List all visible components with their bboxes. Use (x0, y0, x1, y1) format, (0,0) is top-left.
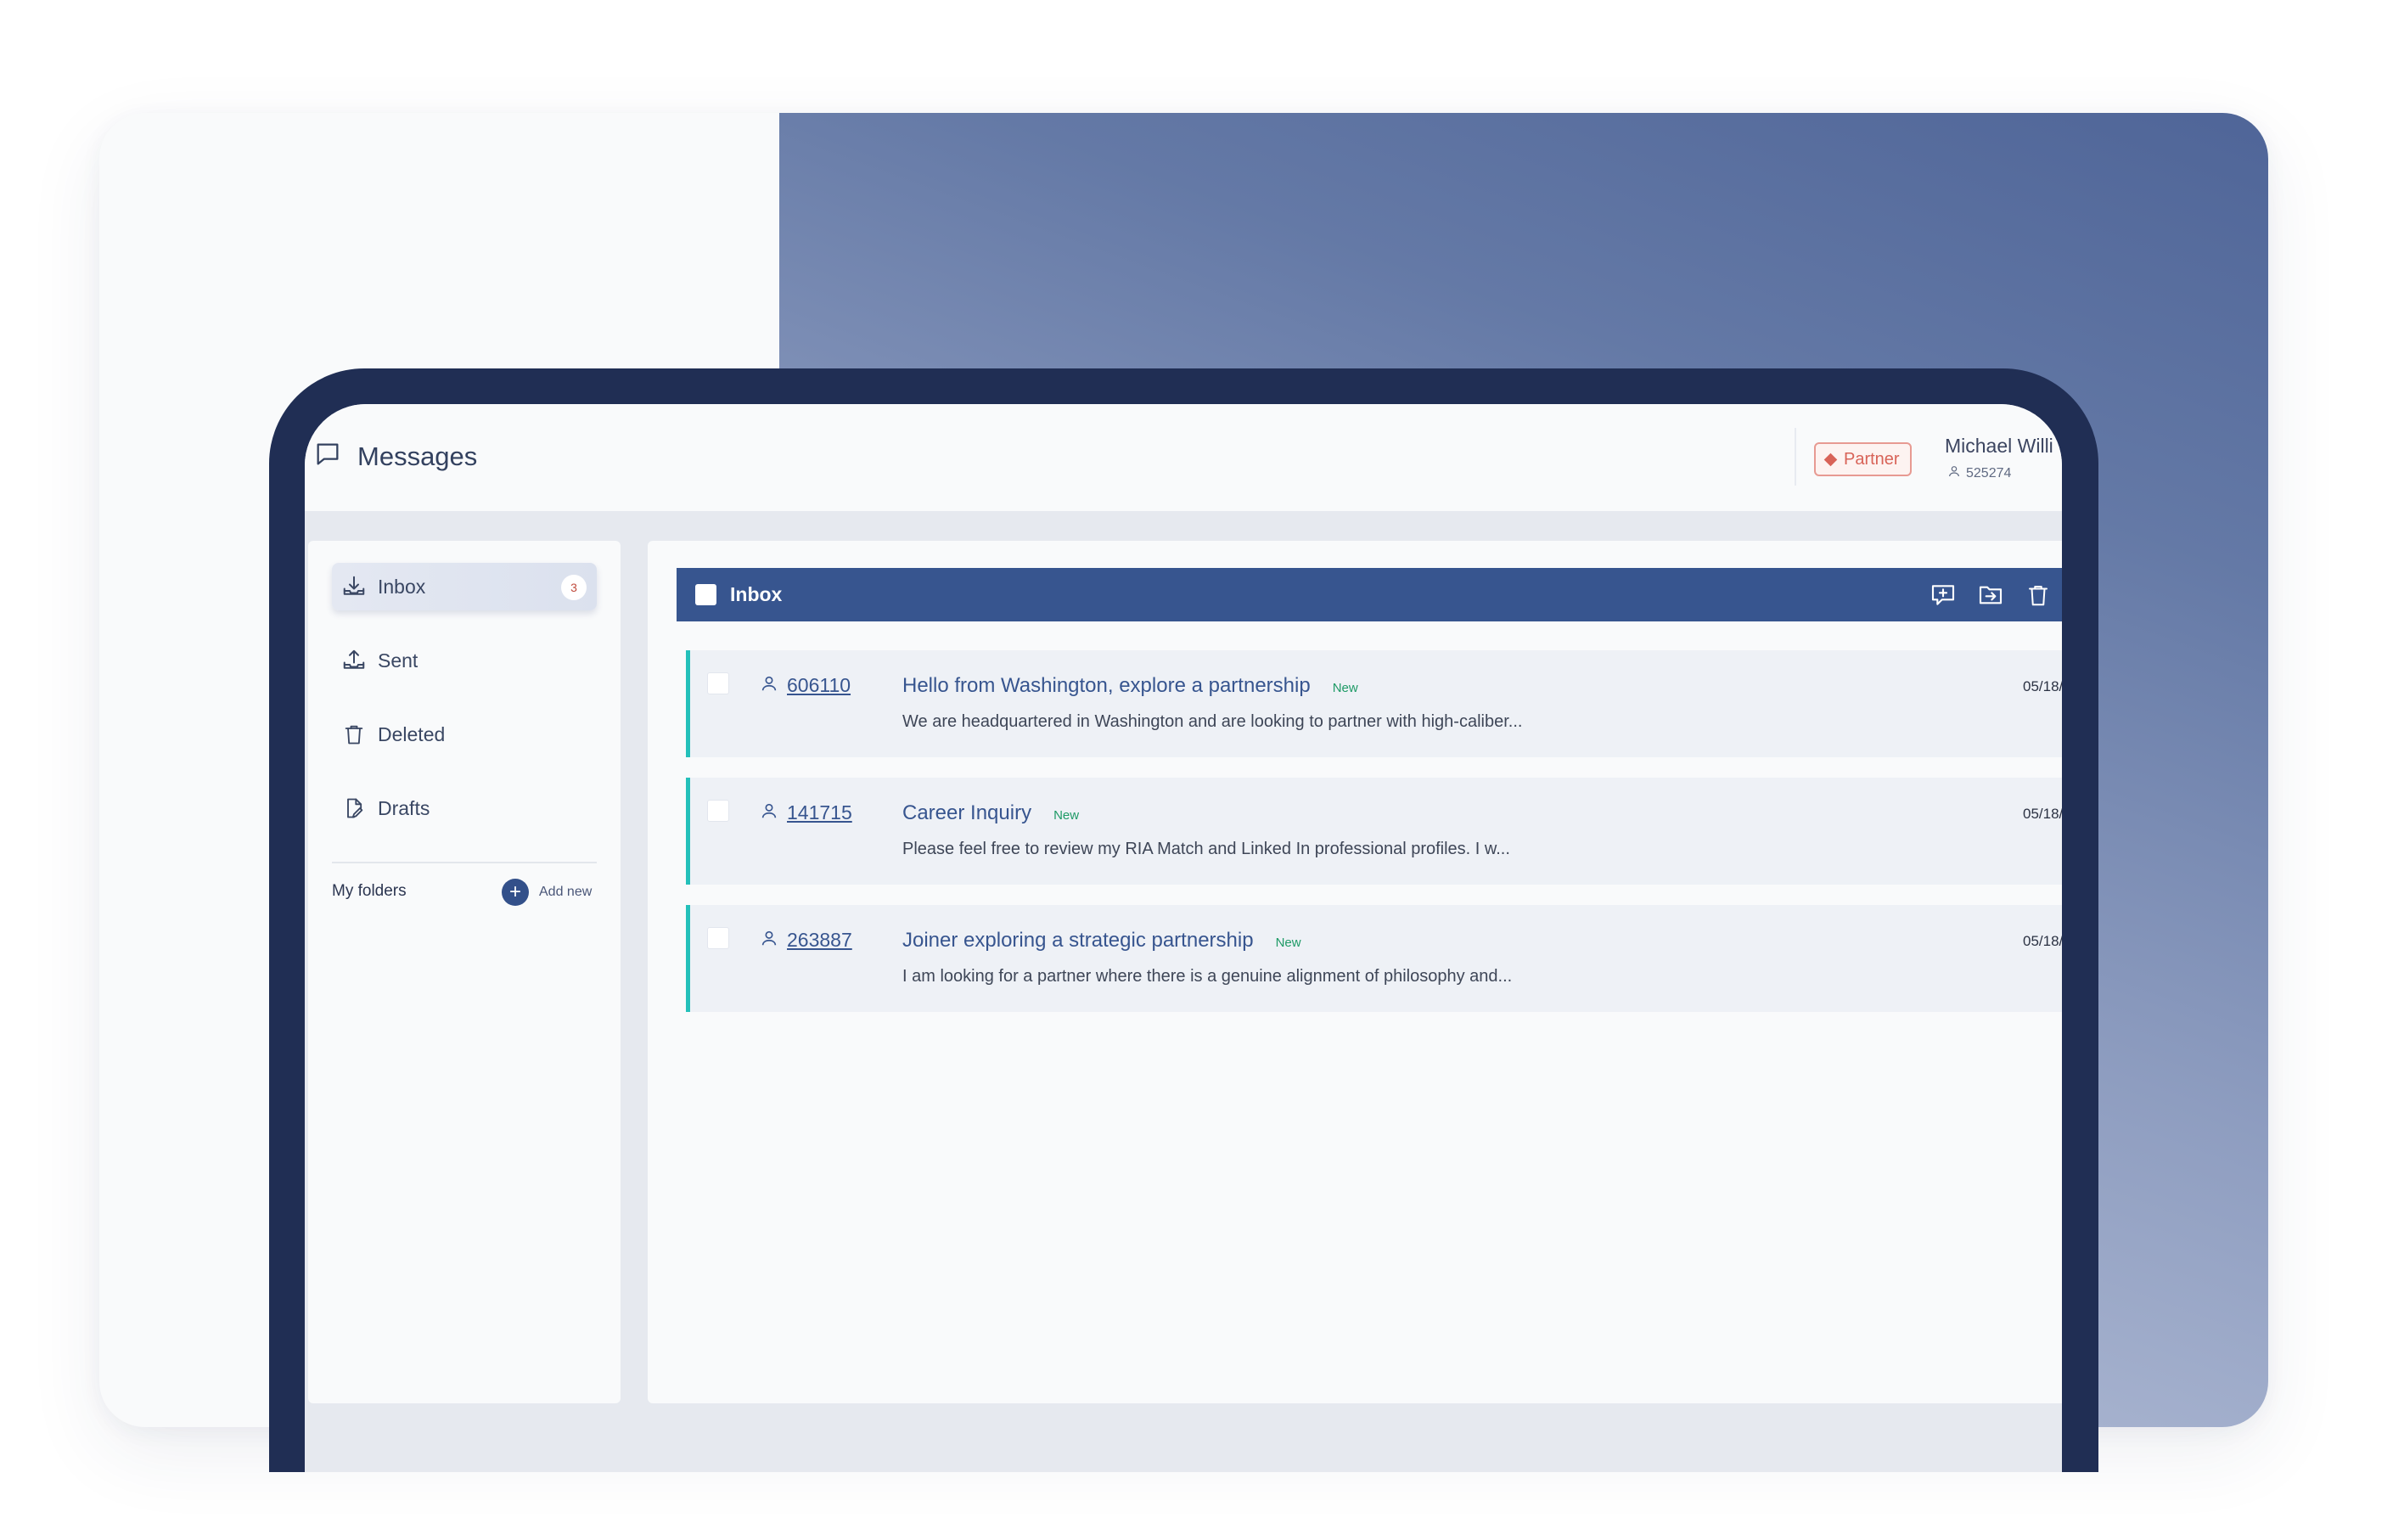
user-id: 525274 (1966, 465, 2012, 481)
new-badge: New (1275, 936, 1301, 950)
message-row[interactable]: 606110 Hello from Washington, explore a … (686, 650, 2062, 757)
sidebar-item-deleted[interactable]: Deleted (332, 711, 597, 758)
message-preview: I am looking for a partner where there i… (902, 967, 1513, 986)
header-divider (1795, 428, 1796, 486)
message-date: 05/18/2026 (2023, 806, 2062, 822)
sidebar-item-sent[interactable]: Sent (332, 637, 597, 684)
app-body: Inbox 3 Sent Deleted Drafts My folders +… (305, 511, 2062, 1472)
user-icon (760, 929, 778, 952)
inbox-download-icon (340, 573, 368, 600)
sender-group: 263887 (760, 929, 852, 952)
message-preview: We are headquartered in Washington and a… (902, 712, 1523, 731)
sender-id-link[interactable]: 141715 (787, 801, 852, 824)
sidebar-item-label: Drafts (378, 796, 430, 819)
move-to-folder-icon[interactable] (1976, 581, 2005, 610)
user-icon (1947, 464, 1961, 482)
user-id-group: 525274 (1947, 464, 2011, 482)
user-icon (760, 674, 778, 697)
user-icon (760, 801, 778, 824)
message-subject[interactable]: Joiner exploring a strategic partnership (902, 929, 1254, 953)
new-message-icon[interactable] (1929, 581, 1958, 610)
trash-icon[interactable] (2024, 581, 2053, 610)
message-list-panel: Inbox 606110 Hello from Washington, expl… (648, 541, 2062, 1403)
user-name[interactable]: Michael Willi (1945, 435, 2053, 458)
message-checkbox[interactable] (707, 800, 729, 822)
message-checkbox[interactable] (707, 927, 729, 949)
add-new-folder-button[interactable]: + Add new (502, 879, 592, 906)
sidebar-item-label: Deleted (378, 722, 446, 745)
sidebar-item-label: Inbox (378, 575, 426, 598)
sender-id-link[interactable]: 263887 (787, 929, 852, 952)
partner-badge: Partner (1814, 442, 1912, 476)
partner-badge-label: Partner (1844, 449, 1900, 469)
sender-id-link[interactable]: 606110 (787, 674, 851, 697)
inbox-toolbar: Inbox (677, 568, 2062, 621)
unread-count-badge: 3 (561, 575, 587, 600)
message-date: 05/18/2026 (2023, 678, 2062, 694)
plus-icon: + (502, 879, 529, 906)
message-row[interactable]: 141715 Career Inquiry New Please feel fr… (686, 778, 2062, 885)
diamond-icon (1823, 452, 1838, 466)
sidebar-item-inbox[interactable]: Inbox 3 (332, 563, 597, 610)
add-new-label: Add new (539, 885, 593, 899)
message-row[interactable]: 263887 Joiner exploring a strategic part… (686, 905, 2062, 1012)
device-frame: Messages Partner Michael Willi 525274 In… (269, 368, 2098, 1472)
sidebar-divider (332, 862, 597, 863)
upload-icon (340, 647, 368, 674)
toolbar-actions (1929, 568, 2062, 621)
message-date: 05/18/2026 (2023, 933, 2062, 949)
sidebar-item-label: Sent (378, 649, 418, 672)
sender-group: 606110 (760, 674, 851, 697)
subject-group: Hello from Washington, explore a partner… (902, 674, 1358, 698)
app-header: Messages Partner Michael Willi 525274 (305, 404, 2062, 511)
message-preview: Please feel free to review my RIA Match … (902, 840, 1510, 858)
new-badge: New (1332, 681, 1358, 695)
subject-group: Joiner exploring a strategic partnership… (902, 929, 1301, 953)
select-all-checkbox[interactable] (695, 584, 716, 605)
draft-file-icon (340, 795, 368, 822)
message-bubble-icon (313, 440, 342, 473)
header-title-group: Messages (313, 440, 477, 473)
message-checkbox[interactable] (707, 672, 729, 694)
app-screen: Messages Partner Michael Willi 525274 In… (305, 404, 2062, 1472)
my-folders-label: My folders (332, 882, 407, 900)
trash-icon (340, 721, 368, 748)
page-title: Messages (357, 441, 478, 471)
new-badge: New (1053, 808, 1080, 823)
sidebar-item-drafts[interactable]: Drafts (332, 784, 597, 832)
message-subject[interactable]: Career Inquiry (902, 801, 1031, 825)
sidebar: Inbox 3 Sent Deleted Drafts My folders +… (308, 541, 621, 1403)
inbox-title: Inbox (730, 583, 783, 605)
sender-group: 141715 (760, 801, 852, 824)
subject-group: Career Inquiry New (902, 801, 1079, 825)
message-subject[interactable]: Hello from Washington, explore a partner… (902, 674, 1311, 698)
